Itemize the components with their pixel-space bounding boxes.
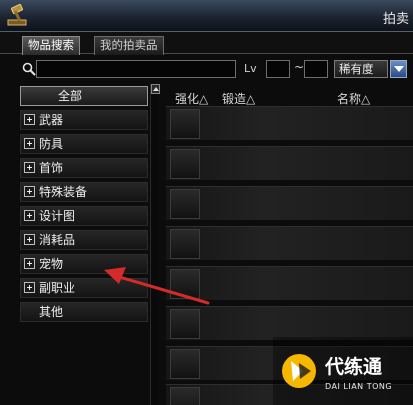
level-min-input[interactable] bbox=[266, 60, 290, 78]
item-slot[interactable] bbox=[170, 269, 200, 299]
result-row[interactable] bbox=[166, 186, 413, 220]
category-sub-profession[interactable]: 副职业 bbox=[20, 278, 148, 298]
result-row[interactable] bbox=[166, 106, 413, 140]
expand-plus-icon[interactable] bbox=[24, 282, 35, 293]
rarity-dropdown-button[interactable] bbox=[390, 60, 407, 78]
category-label: 设计图 bbox=[39, 209, 76, 223]
title-bar: 拍卖 bbox=[0, 0, 413, 32]
category-armor[interactable]: 防具 bbox=[20, 134, 148, 154]
category-label: 首饰 bbox=[39, 161, 64, 175]
category-weapons[interactable]: 武器 bbox=[20, 110, 148, 130]
result-row[interactable] bbox=[166, 226, 413, 260]
expand-plus-icon[interactable] bbox=[24, 138, 35, 149]
item-slot[interactable] bbox=[170, 229, 200, 259]
result-row[interactable] bbox=[166, 266, 413, 300]
item-slot[interactable] bbox=[170, 109, 200, 139]
expand-plus-icon[interactable] bbox=[24, 210, 35, 221]
item-slot[interactable] bbox=[170, 349, 200, 379]
rarity-select[interactable]: 稀有度 bbox=[334, 60, 388, 78]
auction-window: 拍卖 物品搜索 我的拍卖品 Lv ~ 稀有度 全部 武器 防具 首饰 特殊装备 … bbox=[0, 0, 413, 405]
category-label: 防具 bbox=[39, 137, 64, 151]
chevron-down-icon bbox=[394, 66, 404, 72]
category-label: 消耗品 bbox=[39, 233, 76, 247]
category-label: 其他 bbox=[39, 305, 64, 319]
auction-hammer-icon bbox=[7, 3, 27, 26]
category-label: 副职业 bbox=[39, 281, 76, 295]
category-label: 武器 bbox=[39, 113, 64, 127]
level-range-separator: ~ bbox=[294, 60, 305, 74]
item-slot[interactable] bbox=[170, 309, 200, 339]
watermark-logo: 代练通 DAI LIAN TONG bbox=[273, 337, 413, 405]
category-special-equipment[interactable]: 特殊装备 bbox=[20, 182, 148, 202]
category-accessories[interactable]: 首饰 bbox=[20, 158, 148, 178]
tab-bar: 物品搜索 我的拍卖品 bbox=[0, 32, 413, 55]
level-max-input[interactable] bbox=[304, 60, 328, 78]
search-icon[interactable] bbox=[22, 62, 36, 76]
category-list: 全部 武器 防具 首饰 特殊装备 设计图 消耗品 宠物 副职业 其他 bbox=[18, 84, 160, 405]
search-input[interactable] bbox=[36, 60, 236, 78]
category-label: 全部 bbox=[57, 89, 82, 103]
category-scrollbar[interactable] bbox=[150, 84, 160, 405]
window-title: 拍卖 bbox=[382, 12, 409, 27]
column-header-forge[interactable]: 锻造△ bbox=[222, 90, 255, 107]
category-other[interactable]: 其他 bbox=[20, 302, 148, 322]
svg-text:代练通: 代练通 bbox=[324, 355, 383, 378]
result-row[interactable] bbox=[166, 146, 413, 180]
category-label: 特殊装备 bbox=[39, 185, 88, 199]
expand-plus-icon[interactable] bbox=[24, 114, 35, 125]
category-consumables[interactable]: 消耗品 bbox=[20, 230, 148, 250]
category-blueprints[interactable]: 设计图 bbox=[20, 206, 148, 226]
expand-plus-icon[interactable] bbox=[24, 186, 35, 197]
level-label: Lv bbox=[244, 62, 257, 75]
svg-text:DAI LIAN TONG: DAI LIAN TONG bbox=[325, 382, 392, 391]
tab-item-search[interactable]: 物品搜索 bbox=[22, 36, 80, 55]
item-slot[interactable] bbox=[170, 189, 200, 219]
tab-my-auctions[interactable]: 我的拍卖品 bbox=[94, 36, 164, 55]
expand-plus-icon[interactable] bbox=[24, 258, 35, 269]
dailiantong-logo-icon: 代练通 DAI LIAN TONG bbox=[282, 354, 392, 391]
item-slot[interactable] bbox=[170, 387, 200, 405]
category-all[interactable]: 全部 bbox=[20, 86, 148, 106]
result-row[interactable] bbox=[166, 306, 413, 340]
item-slot[interactable] bbox=[170, 149, 200, 179]
category-pets[interactable]: 宠物 bbox=[20, 254, 148, 274]
expand-plus-icon[interactable] bbox=[24, 162, 35, 173]
column-header-enhance[interactable]: 强化△ bbox=[175, 90, 208, 107]
column-header-name[interactable]: 名称△ bbox=[337, 90, 370, 107]
scroll-up-arrow-icon[interactable] bbox=[151, 84, 160, 94]
search-row: Lv ~ 稀有度 bbox=[0, 58, 413, 82]
expand-plus-icon[interactable] bbox=[24, 234, 35, 245]
category-label: 宠物 bbox=[39, 257, 64, 271]
